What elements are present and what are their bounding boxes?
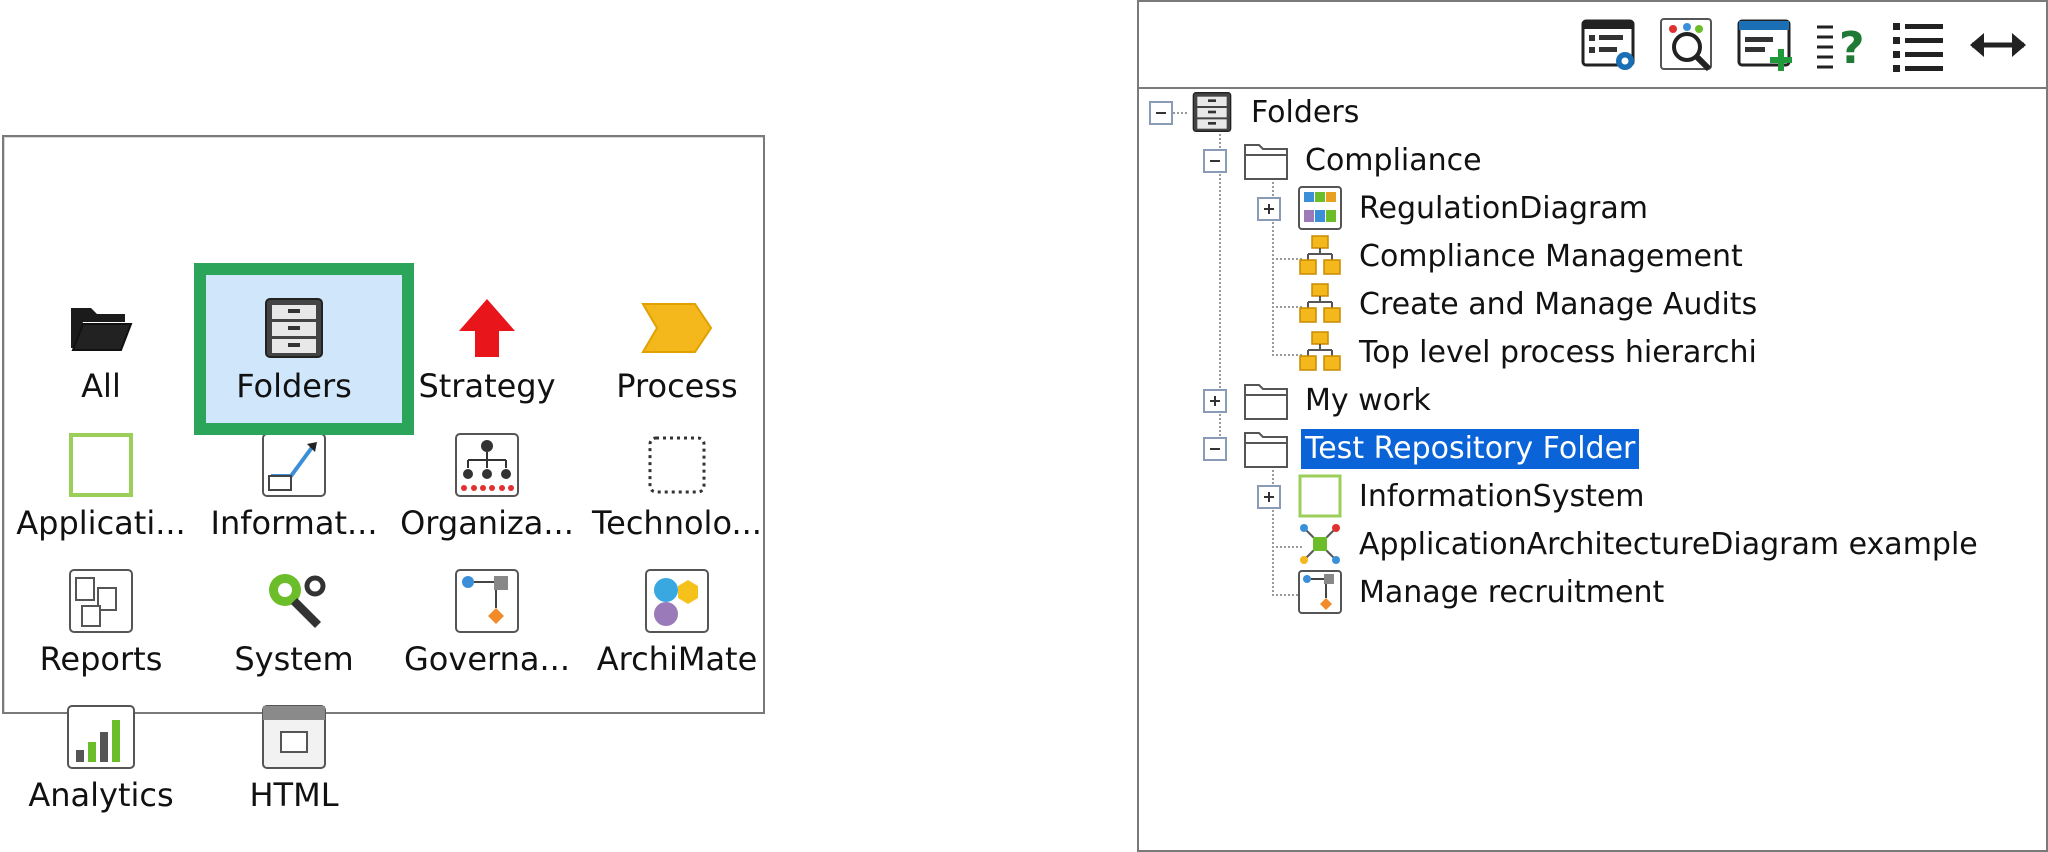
- application-box-icon: [65, 429, 137, 501]
- information-diagram-icon: [258, 429, 330, 501]
- expand-width-icon[interactable]: [1967, 14, 2029, 76]
- tree-node-compliance[interactable]: Compliance: [1139, 139, 1839, 183]
- tree-node-label: Create and Manage Audits: [1359, 287, 1758, 322]
- category-governance[interactable]: Governa...: [392, 545, 582, 681]
- tree-node-informationsystem[interactable]: InformationSystem: [1139, 473, 1939, 519]
- tree-node-applicationarchitecturediagram-example[interactable]: ApplicationArchitectureDiagram example: [1139, 523, 2019, 567]
- tree-node-label: ApplicationArchitectureDiagram example: [1359, 527, 1978, 562]
- information-system-icon: [1297, 473, 1343, 519]
- tree-node-manage-recruitment[interactable]: Manage recruitment: [1139, 569, 1939, 615]
- tree-node-top-level-process-hierarchi[interactable]: Top level process hierarchi: [1139, 331, 1939, 375]
- process-hierarchy-icon: [1297, 233, 1343, 279]
- category-label: Folders: [236, 367, 352, 405]
- tree-node-create-and-manage-audits[interactable]: Create and Manage Audits: [1139, 283, 1939, 327]
- tree-toolbar: ?: [1139, 2, 2046, 89]
- tree-node-label: My work: [1305, 383, 1431, 418]
- category-label: Applicati...: [16, 504, 186, 542]
- tree-node-compliance-management[interactable]: Compliance Management: [1139, 235, 1939, 279]
- analytics-chart-icon: [65, 701, 137, 773]
- governance-icon: [1297, 569, 1343, 615]
- category-reports[interactable]: Reports: [6, 545, 196, 681]
- category-strategy[interactable]: Strategy: [392, 272, 582, 408]
- collapse-toggle-icon[interactable]: [1203, 149, 1227, 173]
- tree-node-test-repository-folder[interactable]: Test Repository Folder: [1139, 427, 1839, 471]
- tree-node-label: Top level process hierarchi: [1359, 335, 1757, 370]
- help-list-icon[interactable]: ?: [1811, 14, 1873, 76]
- category-process[interactable]: Process: [582, 272, 772, 408]
- category-application[interactable]: Applicati...: [6, 409, 196, 545]
- category-label: Reports: [39, 640, 163, 678]
- tree-node-label: Manage recruitment: [1359, 575, 1665, 610]
- org-chart-icon: [451, 429, 523, 501]
- category-label: Analytics: [28, 776, 174, 814]
- application-architecture-icon: [1297, 521, 1343, 567]
- collapse-toggle-icon[interactable]: [1149, 101, 1173, 125]
- search-diagram-icon[interactable]: [1657, 14, 1719, 76]
- category-label: ArchiMate: [596, 640, 758, 678]
- cabinet-icon: [258, 292, 330, 364]
- process-chevron-icon: [641, 292, 713, 364]
- process-hierarchy-icon: [1297, 329, 1343, 375]
- category-label: All: [81, 367, 121, 405]
- open-folder-icon: [65, 292, 137, 364]
- expand-toggle-icon[interactable]: [1257, 485, 1281, 509]
- governance-icon: [451, 565, 523, 637]
- tree-node-regulationdiagram[interactable]: RegulationDiagram: [1139, 185, 1939, 231]
- category-label: Governa...: [404, 640, 570, 678]
- tree-node-label: RegulationDiagram: [1359, 191, 1648, 226]
- settings-list-icon[interactable]: [1579, 14, 1641, 76]
- category-label: Technolo...: [592, 504, 762, 542]
- category-palette: All Folders Strategy Process Applicati..…: [2, 135, 765, 814]
- category-label: Organiza...: [400, 504, 574, 542]
- regulation-diagram-icon: [1297, 185, 1343, 231]
- system-wrench-icon: [258, 565, 330, 637]
- tree-node-label: Folders: [1251, 95, 1360, 130]
- list-view-icon[interactable]: [1887, 14, 1949, 76]
- folder-icon: [1243, 425, 1289, 471]
- category-technology[interactable]: Technolo...: [582, 409, 772, 545]
- tree-node-label: Compliance Management: [1359, 239, 1743, 274]
- category-analytics[interactable]: Analytics: [6, 681, 196, 817]
- category-label: HTML: [249, 776, 339, 814]
- category-all[interactable]: All: [6, 272, 196, 408]
- category-archimate[interactable]: ArchiMate: [582, 545, 772, 681]
- category-label: Process: [616, 367, 738, 405]
- category-label: Informat...: [210, 504, 378, 542]
- category-label: Strategy: [418, 367, 556, 405]
- category-system[interactable]: System: [199, 545, 389, 681]
- tree-node-folders[interactable]: Folders: [1139, 91, 1839, 135]
- tree-node-label-selected: Test Repository Folder: [1301, 429, 1640, 469]
- category-html[interactable]: HTML: [199, 681, 389, 817]
- category-organization[interactable]: Organiza...: [392, 409, 582, 545]
- add-window-icon[interactable]: [1735, 14, 1797, 76]
- expand-toggle-icon[interactable]: [1203, 389, 1227, 413]
- svg-text:?: ?: [1839, 23, 1865, 73]
- expand-toggle-icon[interactable]: [1257, 197, 1281, 221]
- tree-node-label: InformationSystem: [1359, 479, 1645, 514]
- red-arrow-icon: [451, 292, 523, 364]
- repository-tree-panel: ? Folders Compliance RegulationDiagram C…: [1137, 0, 2048, 852]
- process-hierarchy-icon: [1297, 281, 1343, 327]
- category-label: System: [234, 640, 354, 678]
- technology-chip-icon: [641, 429, 713, 501]
- reports-icon: [65, 565, 137, 637]
- tree-node-my-work[interactable]: My work: [1139, 379, 1839, 423]
- folder-icon: [1243, 377, 1289, 423]
- cabinet-icon: [1189, 89, 1235, 135]
- collapse-toggle-icon[interactable]: [1203, 437, 1227, 461]
- archimate-icon: [641, 565, 713, 637]
- folder-icon: [1243, 137, 1289, 183]
- tree-node-label: Compliance: [1305, 143, 1482, 178]
- html-page-icon: [258, 701, 330, 773]
